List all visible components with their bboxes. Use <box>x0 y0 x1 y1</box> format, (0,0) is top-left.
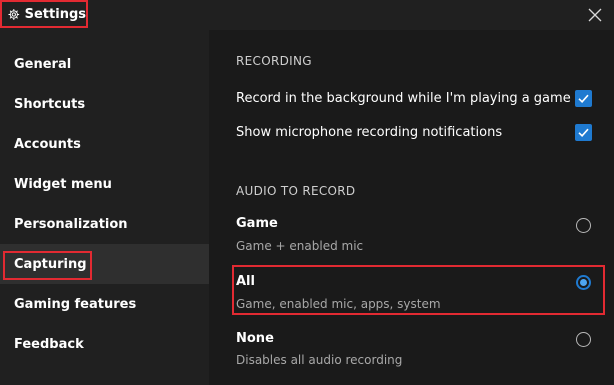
sidebar-item-label: Feedback <box>14 336 84 352</box>
mic-notifications-checkbox[interactable] <box>575 124 592 141</box>
audio-none-radio[interactable] <box>576 332 591 347</box>
sidebar-item-feedback[interactable]: Feedback <box>0 324 209 364</box>
mic-notifications-label: Show microphone recording notifications <box>236 125 503 140</box>
sidebar-item-label: Accounts <box>14 136 81 152</box>
title-bar: Settings <box>0 0 614 30</box>
sidebar-item-label: Widget menu <box>14 176 112 192</box>
settings-sidebar: General Shortcuts Accounts Widget menu P… <box>0 30 209 385</box>
audio-option-subtitle: Game + enabled mic <box>236 239 364 253</box>
audio-option-subtitle: Disables all audio recording <box>236 353 403 367</box>
capturing-settings-panel: RECORDING Record in the background while… <box>209 30 614 385</box>
sidebar-item-widget-menu[interactable]: Widget menu <box>0 164 209 204</box>
audio-option-title: All <box>236 274 255 289</box>
audio-section-heading: AUDIO TO RECORD <box>236 184 356 198</box>
audio-option-subtitle: Game, enabled mic, apps, system <box>236 297 441 311</box>
window-title-text: Settings <box>24 6 86 22</box>
sidebar-item-label: Personalization <box>14 216 128 232</box>
sidebar-item-label: General <box>14 56 72 72</box>
recording-section-heading: RECORDING <box>236 54 312 68</box>
gear-icon <box>8 8 20 20</box>
sidebar-item-accounts[interactable]: Accounts <box>0 124 209 164</box>
sidebar-item-label: Shortcuts <box>14 96 86 112</box>
checkmark-icon <box>578 128 589 137</box>
audio-all-radio[interactable] <box>576 275 591 290</box>
sidebar-item-label: Gaming features <box>14 296 137 312</box>
sidebar-item-capturing[interactable]: Capturing <box>0 244 209 284</box>
sidebar-item-label: Capturing <box>14 256 87 272</box>
sidebar-item-shortcuts[interactable]: Shortcuts <box>0 84 209 124</box>
audio-option-title: None <box>236 331 274 346</box>
close-icon[interactable] <box>588 8 602 22</box>
record-background-label: Record in the background while I'm playi… <box>236 91 571 106</box>
audio-option-title: Game <box>236 216 278 231</box>
record-background-checkbox[interactable] <box>575 90 592 107</box>
sidebar-item-personalization[interactable]: Personalization <box>0 204 209 244</box>
window-title: Settings <box>0 0 88 28</box>
audio-game-radio[interactable] <box>576 218 591 233</box>
sidebar-item-general[interactable]: General <box>0 44 209 84</box>
sidebar-item-gaming-features[interactable]: Gaming features <box>0 284 209 324</box>
radio-selected-dot <box>580 279 587 286</box>
checkmark-icon <box>578 94 589 103</box>
